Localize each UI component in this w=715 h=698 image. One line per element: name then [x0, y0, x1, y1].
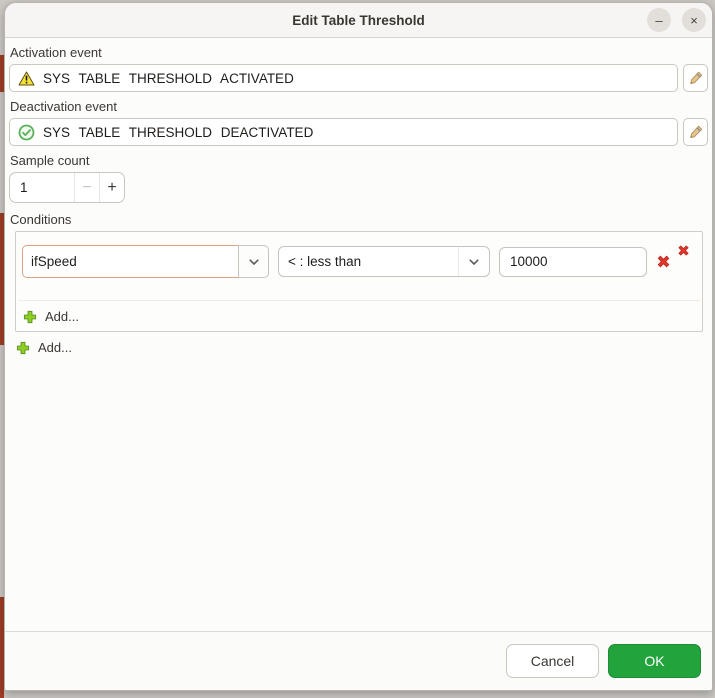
- condition-row: < : less than: [22, 245, 702, 278]
- sample-count-input[interactable]: [10, 173, 74, 202]
- operator-value: < : less than: [288, 254, 362, 269]
- increment-button[interactable]: +: [99, 173, 124, 202]
- add-condition-link[interactable]: Add...: [23, 309, 85, 324]
- plus-icon: [16, 341, 30, 355]
- minimize-button[interactable]: –: [647, 8, 671, 32]
- sample-count-label: Sample count: [10, 153, 90, 168]
- delete-condition-button[interactable]: [654, 253, 672, 271]
- edit-deactivation-event-button[interactable]: [683, 118, 708, 146]
- plus-icon: [23, 310, 37, 324]
- deactivation-event-label: Deactivation event: [10, 99, 117, 114]
- close-icon: ×: [690, 12, 698, 28]
- cancel-button[interactable]: Cancel: [506, 644, 599, 678]
- dialog-content: Activation event SYS TABLE THRESHOLD ACT…: [5, 38, 712, 631]
- delete-group-button[interactable]: [674, 241, 692, 259]
- delete-icon: [676, 243, 691, 258]
- add-group-link[interactable]: Add...: [16, 340, 78, 355]
- chevron-down-icon: [247, 255, 261, 269]
- deactivation-event-value: SYS TABLE THRESHOLD DEACTIVATED: [43, 124, 314, 140]
- action-bar: Cancel OK: [5, 631, 712, 690]
- sample-count-stepper: − +: [9, 172, 125, 203]
- variable-input[interactable]: [22, 245, 239, 278]
- titlebar[interactable]: Edit Table Threshold – ×: [5, 3, 712, 38]
- warning-icon: [18, 71, 35, 86]
- deactivation-event-field[interactable]: SYS TABLE THRESHOLD DEACTIVATED: [9, 118, 678, 146]
- activation-event-value: SYS TABLE THRESHOLD ACTIVATED: [43, 70, 294, 86]
- conditions-group-panel: < : less than: [15, 231, 703, 332]
- variable-dropdown-button[interactable]: [238, 245, 269, 278]
- minimize-icon: –: [655, 12, 663, 28]
- ok-button[interactable]: OK: [608, 644, 701, 678]
- chevron-down-icon: [458, 247, 489, 276]
- add-group-label: Add...: [38, 340, 72, 355]
- pencil-icon: [688, 124, 704, 140]
- threshold-value-input[interactable]: [499, 246, 647, 277]
- close-button[interactable]: ×: [682, 8, 706, 32]
- edit-table-threshold-dialog: Edit Table Threshold – × Activation even…: [4, 2, 713, 691]
- add-condition-label: Add...: [45, 309, 79, 324]
- check-circle-icon: [18, 124, 35, 141]
- edit-activation-event-button[interactable]: [683, 64, 708, 92]
- divider: [18, 300, 700, 301]
- activation-event-label: Activation event: [10, 45, 102, 60]
- pencil-icon: [688, 70, 704, 86]
- dialog-title: Edit Table Threshold: [292, 12, 425, 28]
- activation-event-field[interactable]: SYS TABLE THRESHOLD ACTIVATED: [9, 64, 678, 92]
- variable-combo: [22, 245, 269, 278]
- decrement-button[interactable]: −: [74, 173, 99, 202]
- operator-combo[interactable]: < : less than: [278, 246, 490, 277]
- delete-icon: [655, 253, 672, 270]
- conditions-label: Conditions: [10, 212, 72, 227]
